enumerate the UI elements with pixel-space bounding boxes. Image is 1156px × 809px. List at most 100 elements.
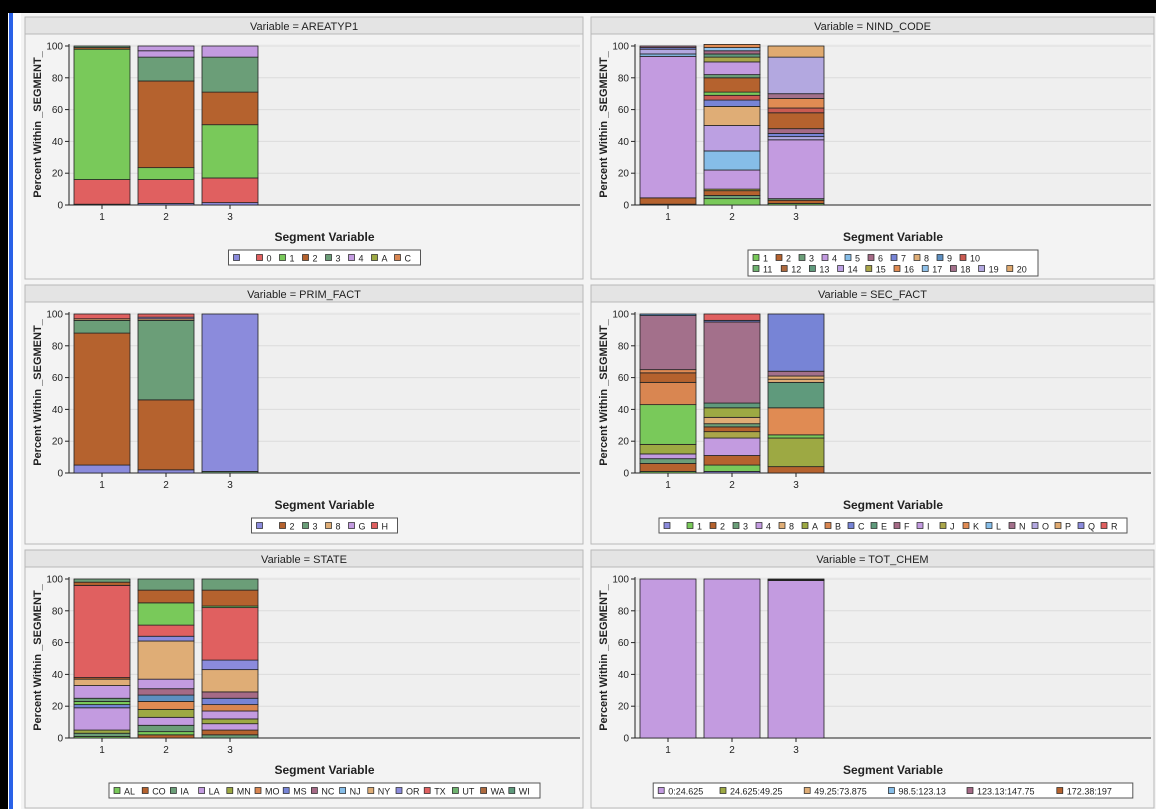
bar-segment (201, 710, 259, 720)
legend-swatch (752, 254, 760, 261)
legend-label: 2 (720, 522, 725, 532)
bar-segment (639, 372, 697, 383)
legend-label: C (858, 522, 865, 532)
bar-segment (639, 381, 697, 406)
legend-label: 10 (970, 254, 980, 264)
bar-segment (201, 91, 259, 126)
bar-segment (767, 56, 825, 95)
legend-label: 15 (876, 265, 886, 275)
bar-segment (137, 469, 195, 474)
legend-swatch (824, 522, 832, 529)
legend-label: NY (378, 787, 391, 797)
bar-segment (703, 464, 761, 472)
bar-segment (703, 195, 761, 200)
bar-segment (201, 313, 259, 472)
y-tick-label: 40 (618, 405, 630, 416)
legend-swatch (888, 787, 895, 794)
y-tick-label: 60 (52, 105, 64, 116)
legend-label: 3 (743, 522, 748, 532)
chart-panel-2: Variable = NIND_CODE 0 20 40 60 80 100Percent … (590, 16, 1155, 280)
legend-label: J (950, 522, 955, 532)
legend-swatch (778, 522, 786, 529)
legend-swatch (916, 522, 924, 529)
legend-label: L (996, 522, 1001, 532)
y-axis-label: Percent Within _SEGMENT_ (32, 50, 44, 197)
bar-segment (767, 378, 825, 383)
y-tick-label: 20 (618, 702, 630, 713)
bar-segment (639, 48, 697, 55)
x-axis-label: Segment Variable (274, 763, 374, 777)
x-tick-label: 2 (729, 480, 735, 491)
legend-label: 1 (697, 522, 702, 532)
y-tick-label: 0 (623, 201, 629, 212)
bar-segment (137, 678, 195, 690)
legend-swatch (113, 787, 121, 794)
legend-swatch (371, 522, 378, 529)
bar-segment (703, 74, 761, 79)
legend-swatch (867, 254, 875, 261)
legend-label: 18 (960, 265, 970, 275)
bar-segment (703, 578, 761, 739)
legend-swatch (282, 787, 290, 794)
legend-swatch (226, 787, 234, 794)
legend-swatch (170, 787, 177, 794)
y-tick-label: 100 (46, 310, 63, 321)
panel-title: Variable = NIND_CODE (814, 21, 931, 33)
y-tick-label: 100 (612, 575, 629, 586)
bar-segment (73, 48, 131, 180)
bar-segment (201, 56, 259, 93)
bar-segment (137, 50, 195, 58)
legend-swatch (719, 787, 727, 794)
bar-segment (137, 688, 195, 696)
bar-segment (639, 463, 697, 472)
bar-segment (73, 313, 131, 320)
legend-label: 8 (789, 522, 794, 532)
legend-swatch (1031, 522, 1039, 529)
bar-segment (639, 458, 697, 464)
chart-panel-4: Variable = SEC_FACT 0 20 40 60 80 100Percent W… (590, 284, 1155, 545)
y-axis-label: Percent Within _SEGMENT_ (598, 583, 610, 730)
bar-segment (703, 402, 761, 409)
bar-segment (767, 580, 825, 739)
legend-label: 3 (809, 254, 814, 264)
legend-swatch (348, 522, 355, 529)
legend-label: 17 (932, 265, 942, 275)
y-tick-label: 40 (618, 137, 630, 148)
legend-swatch (311, 787, 318, 794)
y-tick-label: 80 (618, 341, 630, 352)
bar-segment (703, 44, 761, 48)
x-axis-label: Segment Variable (843, 230, 943, 244)
x-tick-label: 1 (99, 480, 105, 491)
bar-segment (73, 319, 131, 334)
bar-segment (639, 404, 697, 445)
legend-swatch (233, 254, 240, 261)
legend-label: 0:24.625 (668, 787, 703, 797)
legend-label: NC (321, 787, 334, 797)
legend-swatch (452, 787, 459, 794)
bar-segment (73, 578, 131, 583)
y-tick-label: 80 (52, 73, 64, 84)
x-tick-label: 2 (163, 745, 169, 756)
bar-segment (137, 56, 195, 82)
bar-segment (703, 61, 761, 76)
legend-label: 7 (901, 254, 906, 264)
legend-label: P (1065, 522, 1071, 532)
legend-swatch (256, 254, 263, 261)
bar-segment (73, 729, 131, 734)
y-tick-label: 80 (618, 606, 630, 617)
legend-label: 9 (947, 254, 952, 264)
bar-segment (201, 659, 259, 671)
legend-label: I (927, 522, 930, 532)
legend-label: G (359, 522, 366, 532)
legend-swatch (686, 522, 694, 529)
y-tick-label: 80 (52, 341, 64, 352)
bar-segment (703, 77, 761, 93)
legend-swatch (302, 522, 309, 529)
legend-label: 20 (1017, 265, 1027, 275)
bar-segment (767, 407, 825, 436)
legend-label: B (835, 522, 841, 532)
legend-label: A (382, 254, 388, 264)
y-tick-label: 20 (618, 169, 630, 180)
legend-swatch (865, 265, 873, 272)
chart-panel-5: Variable = STATE 0 20 40 60 80 100Percent With… (24, 549, 584, 809)
